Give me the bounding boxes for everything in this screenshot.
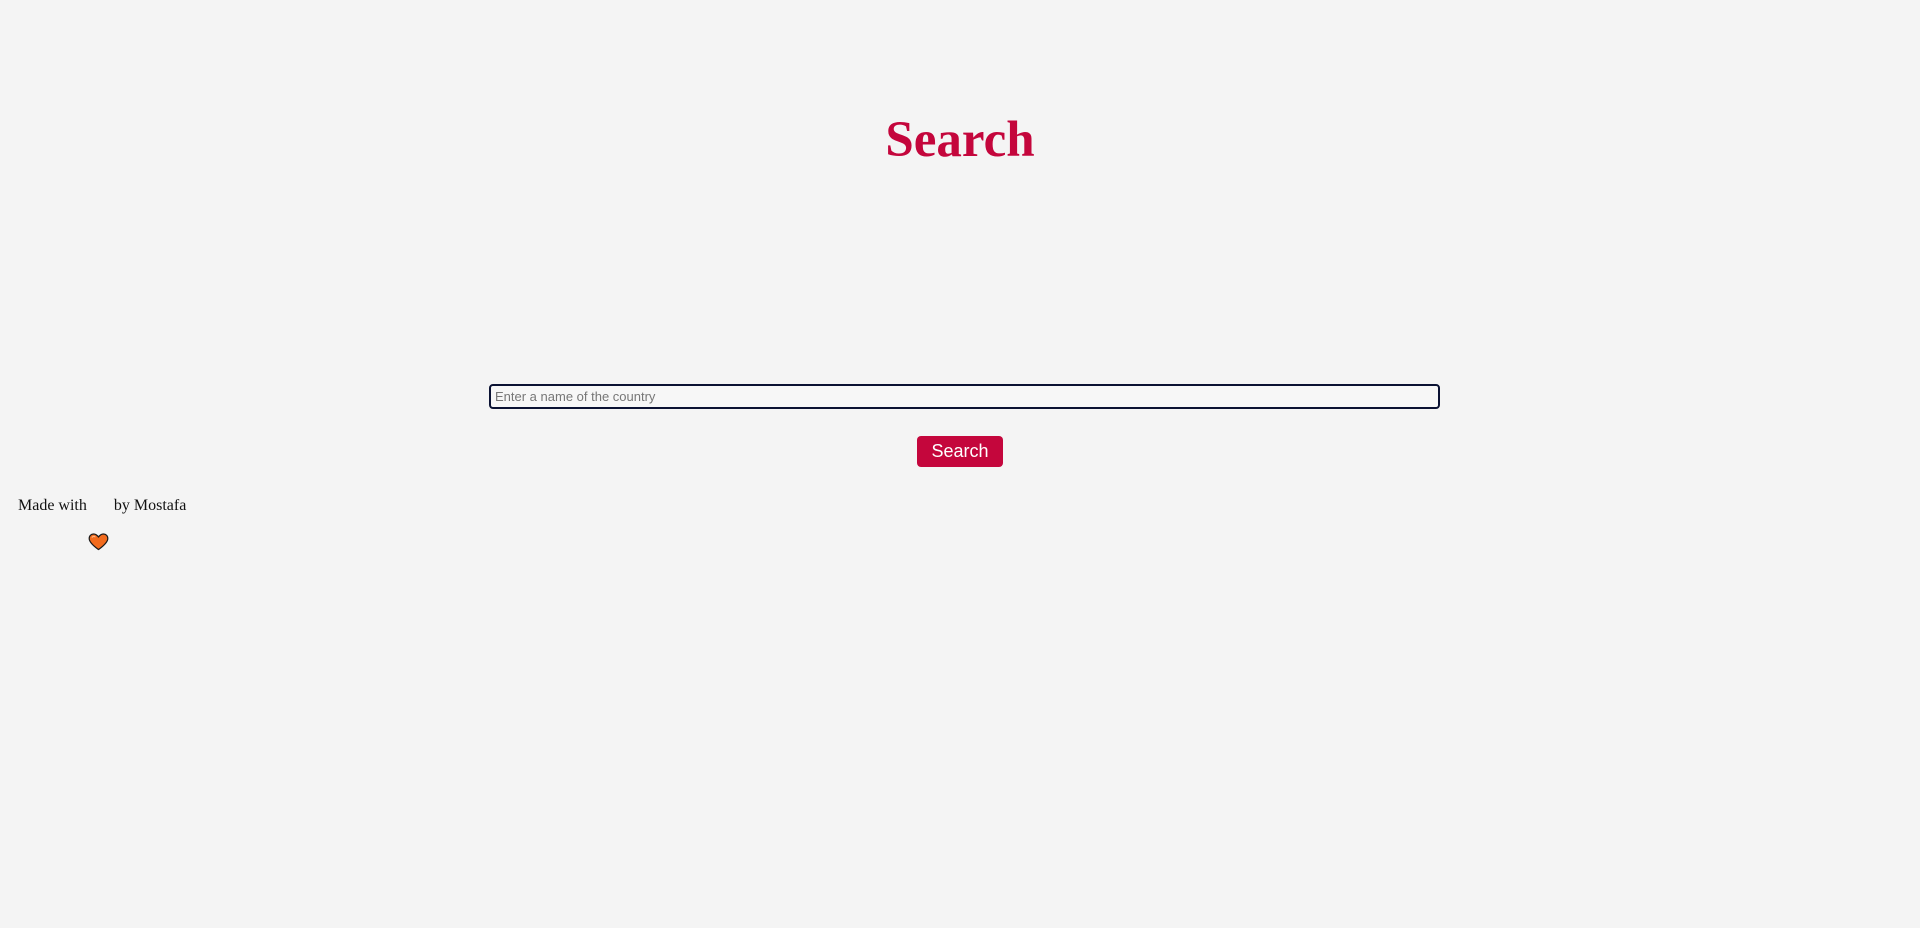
heart-icon <box>88 497 109 551</box>
page-title: Search <box>885 112 1035 168</box>
footer-suffix: by Mostafa <box>109 497 187 514</box>
footer-prefix: Made with <box>18 497 87 514</box>
country-search-input[interactable] <box>489 384 1440 409</box>
footer-credit: Made with by Mostafa <box>18 494 187 551</box>
search-button[interactable]: Search <box>917 436 1003 467</box>
